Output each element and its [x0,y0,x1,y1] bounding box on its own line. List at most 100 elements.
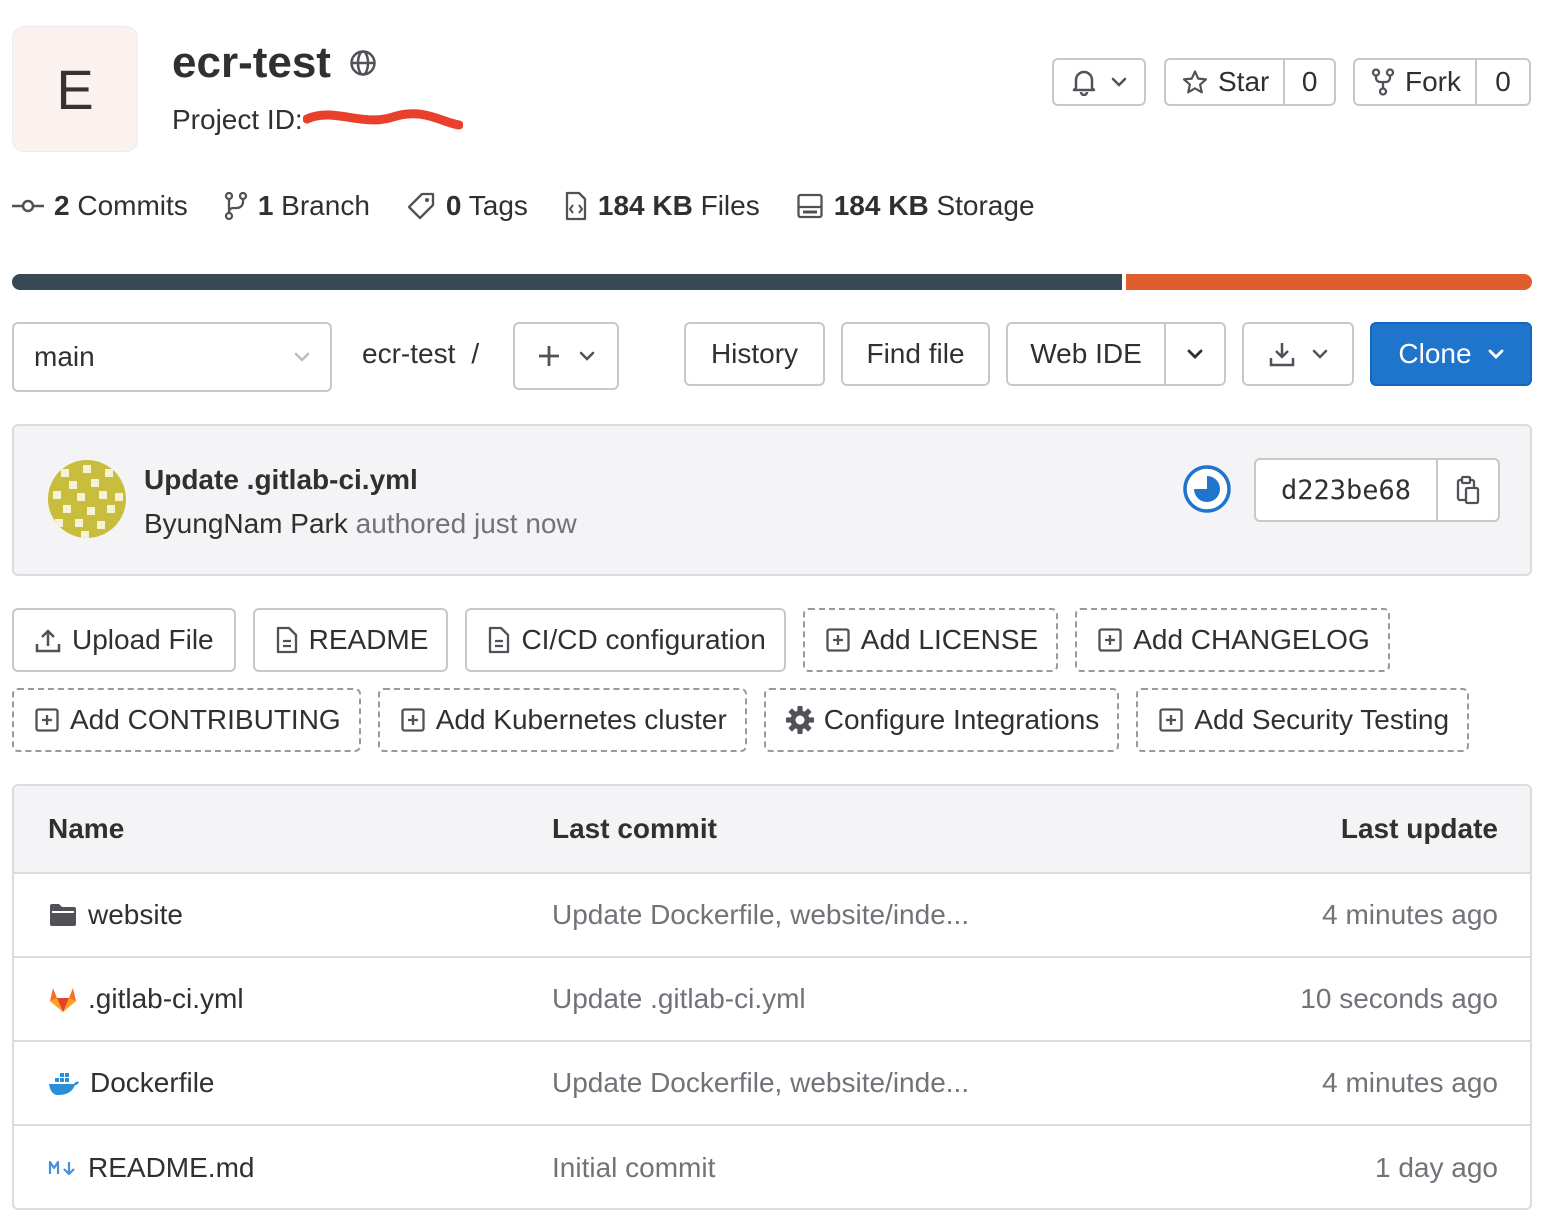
web-ide-dropdown-toggle[interactable] [1164,324,1224,384]
cicd-configuration-button[interactable]: CI/CD configuration [465,608,786,672]
pipeline-status-icon[interactable] [1182,464,1232,519]
add-changelog-button[interactable]: Add CHANGELOG [1075,608,1390,672]
stat-files[interactable]: 184 KB Files [564,190,760,222]
column-header-name: Name [48,813,125,844]
file-last-commit[interactable]: Initial commit [552,1126,715,1208]
branch-name: main [34,341,95,372]
add-to-tree-dropdown[interactable] [513,322,619,390]
doc-icon [487,626,511,654]
add-contributing-button[interactable]: Add CONTRIBUTING [12,688,361,752]
fork-button-group[interactable]: Fork 0 [1353,58,1531,106]
clone-label: Clone [1398,338,1472,369]
file-name[interactable]: website [88,899,183,931]
commit-authored-time: authored just now [347,508,577,539]
file-last-commit[interactable]: Update .gitlab-ci.yml [552,958,806,1040]
star-button[interactable]: Star [1166,60,1283,104]
plus-icon [537,344,561,368]
stat-storage-value: 184 KB [833,190,929,221]
doc-icon [275,626,299,654]
stat-commits[interactable]: 2 Commits [12,190,188,222]
file-last-update: 4 minutes ago [1322,1067,1498,1098]
add-changelog-label: Add CHANGELOG [1133,624,1370,655]
project-avatar[interactable]: E [12,26,138,152]
plus-square-icon [34,707,60,733]
find-file-button[interactable]: Find file [841,322,990,386]
plus-square-icon [1158,707,1184,733]
quick-actions-row-2: Add CONTRIBUTING Add Kubernetes cluster … [12,688,1470,752]
add-license-label: Add LICENSE [860,624,1039,655]
chevron-down-icon [579,351,595,361]
chevron-down-icon [294,352,310,362]
docker-icon [48,1070,80,1096]
fork-button[interactable]: Fork [1355,60,1475,104]
cicd-configuration-label: CI/CD configuration [521,624,766,655]
history-button[interactable]: History [684,322,825,386]
column-header-last-commit: Last commit [552,813,717,844]
table-row[interactable]: website Update Dockerfile, website/inde.… [14,874,1530,958]
chevron-down-icon [1488,349,1504,359]
chevron-down-icon [1187,349,1203,359]
plus-square-icon [825,627,851,653]
file-tree-table: Name Last commit Last update website Upd… [12,784,1532,1210]
bell-icon [1071,68,1097,96]
stat-commits-label: Commits [69,190,188,221]
language-bar-segment[interactable] [1125,274,1532,290]
fork-label: Fork [1405,66,1461,97]
file-icon [564,191,588,221]
copy-icon [1456,475,1480,505]
fork-count[interactable]: 0 [1475,60,1529,104]
stat-storage-label: Storage [928,190,1035,221]
gitlab-icon [48,985,78,1013]
file-name[interactable]: Dockerfile [90,1067,214,1099]
upload-file-label: Upload File [72,624,214,655]
file-last-commit[interactable]: Update Dockerfile, website/inde... [552,874,969,956]
plus-square-icon [400,707,426,733]
commit-author-line: ByungNam Park authored just now [144,508,577,540]
stat-files-value: 184 KB [597,190,693,221]
stat-storage[interactable]: 184 KB Storage [796,190,1035,222]
file-last-commit[interactable]: Update Dockerfile, website/inde... [552,1042,969,1124]
table-row[interactable]: Dockerfile Update Dockerfile, website/in… [14,1042,1530,1126]
add-security-testing-label: Add Security Testing [1194,704,1450,735]
file-name[interactable]: README.md [88,1152,254,1184]
file-last-update: 1 day ago [1375,1152,1498,1183]
clone-dropdown[interactable]: Clone [1370,322,1532,386]
stat-tags-value: 0 [445,190,462,221]
web-ide-button-group[interactable]: Web IDE [1006,322,1226,386]
quick-actions-row-1: Upload File README CI/CD configuration A… [12,608,1390,672]
project-title-group: ecr-test [172,38,377,88]
download-dropdown[interactable] [1242,322,1354,386]
commit-title[interactable]: Update .gitlab-ci.yml [144,464,418,496]
notification-dropdown[interactable] [1052,58,1146,106]
web-ide-button[interactable]: Web IDE [1008,324,1164,384]
stat-branches[interactable]: 1 Branch [224,190,370,222]
project-name: ecr-test [172,38,331,87]
add-kubernetes-cluster-button[interactable]: Add Kubernetes cluster [377,688,747,752]
markdown-icon [48,1159,78,1177]
commit-author-name[interactable]: ByungNam Park [144,508,348,539]
chevron-down-icon [1111,77,1127,87]
author-avatar[interactable] [47,459,127,544]
stat-branches-label: Branch [273,190,370,221]
settings-icon [784,704,816,736]
add-security-testing-button[interactable]: Add Security Testing [1136,688,1470,752]
commit-sha[interactable]: d223be68 [1256,460,1436,520]
file-name[interactable]: .gitlab-ci.yml [88,983,244,1015]
upload-file-button[interactable]: Upload File [12,608,236,672]
add-license-button[interactable]: Add LICENSE [802,608,1059,672]
star-button-group[interactable]: Star 0 [1164,58,1336,106]
branch-selector[interactable]: main [12,322,332,392]
storage-icon [796,192,824,220]
configure-integrations-button[interactable]: Configure Integrations [763,688,1120,752]
breadcrumb-project[interactable]: ecr-test [362,338,455,370]
language-bar-segment[interactable] [12,274,1122,290]
star-count[interactable]: 0 [1283,60,1334,104]
readme-button[interactable]: README [252,608,449,672]
stat-commits-value: 2 [54,190,70,221]
project-id-label: Project ID: [172,104,303,135]
table-row[interactable]: .gitlab-ci.yml Update .gitlab-ci.yml 10 … [14,958,1530,1042]
copy-sha-button[interactable] [1436,460,1498,520]
stat-tags[interactable]: 0 Tags [406,190,528,222]
table-row[interactable]: README.md Initial commit 1 day ago [14,1126,1530,1208]
stat-files-label: Files [692,190,760,221]
